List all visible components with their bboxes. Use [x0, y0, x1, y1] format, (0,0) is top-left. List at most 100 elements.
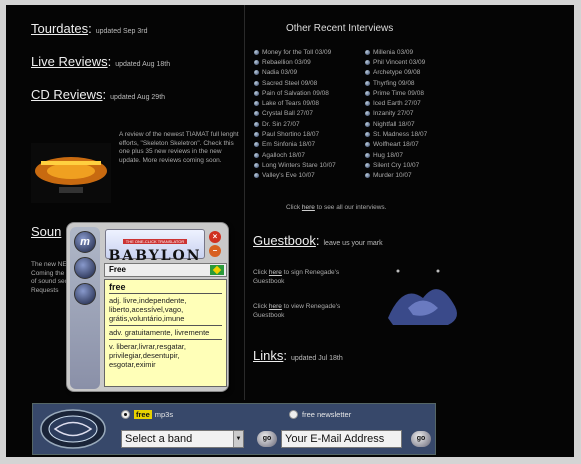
bullet-icon [365, 173, 370, 179]
minimize-icon[interactable]: – [209, 245, 221, 257]
tourdates-updated: updated Sep 3rd [95, 28, 148, 35]
interview-item[interactable]: Paul Shortino 18/07 [254, 129, 336, 139]
interview-link[interactable]: Rebaellion 03/09 [262, 59, 311, 66]
interview-link[interactable]: Em Sinfonia 18/07 [262, 141, 315, 148]
interview-link[interactable]: Inzanity 27/07 [373, 110, 413, 117]
interview-link[interactable]: Hug 18/07 [373, 152, 403, 159]
interview-item[interactable]: Nightfall 18/07 [365, 119, 427, 129]
guestbook-heading[interactable]: Guestbook: leave us your mark [253, 233, 383, 248]
interview-link[interactable]: Sacred Steel 09/08 [262, 80, 317, 87]
newsletter-radio[interactable] [289, 410, 298, 419]
guestbook-view-link[interactable]: here [269, 303, 282, 310]
interview-link[interactable]: Money for the Toll 03/09 [262, 49, 331, 56]
babylon-translator-popup[interactable]: m THE ONE-CLICK TRANSLATOR BABYLON × – F… [66, 222, 229, 392]
interview-link[interactable]: Wolfheart 18/07 [373, 141, 419, 148]
interview-item[interactable]: Hug 18/07 [365, 150, 427, 160]
interview-link[interactable]: Pain of Salvation 09/08 [262, 90, 329, 97]
interview-link[interactable]: Iced Earth 27/07 [373, 100, 421, 107]
sound-heading[interactable]: Soun [31, 224, 61, 239]
guestbook-link[interactable]: Guestbook [253, 233, 316, 248]
guestbook-sign-link[interactable]: here [269, 269, 282, 276]
guestbook-image[interactable] [368, 263, 478, 333]
bullet-icon [365, 142, 370, 148]
language-selector[interactable]: Free [104, 263, 227, 277]
interview-item[interactable]: St. Madness 18/07 [365, 129, 427, 139]
interview-item[interactable]: Prime Time 09/08 [365, 88, 427, 98]
bullet-icon [365, 101, 370, 107]
interview-link[interactable]: Millenia 03/09 [373, 49, 413, 56]
screenshot-frame: Tourdates: updated Sep 3rd Live Reviews: u… [0, 0, 581, 464]
interview-link[interactable]: Murder 10/07 [373, 172, 412, 179]
cd-reviews-updated: updated Aug 29th [110, 94, 166, 101]
interview-item[interactable]: Crystal Ball 27/07 [254, 109, 336, 119]
interview-item[interactable]: Murder 10/07 [365, 171, 427, 181]
interview-link[interactable]: Dr. Sin 27/07 [262, 121, 300, 128]
free-mp3s-option[interactable]: free mp3s [121, 410, 173, 419]
interview-item[interactable]: Em Sinfonia 18/07 [254, 140, 336, 150]
chevron-down-icon[interactable]: ▼ [233, 431, 243, 447]
cd-reviews-heading[interactable]: CD Reviews: updated Aug 29th [31, 87, 165, 102]
live-reviews-link[interactable]: Live Reviews [31, 54, 108, 69]
interview-link[interactable]: Agalloch 18/07 [262, 152, 305, 159]
side-button-m[interactable]: m [74, 231, 96, 253]
bullet-icon [254, 121, 259, 127]
interview-item[interactable]: Pain of Salvation 09/08 [254, 88, 336, 98]
email-input[interactable]: Your E-Mail Address [281, 430, 402, 448]
interview-item[interactable]: Inzanity 27/07 [365, 109, 427, 119]
interviews-column-1: Money for the Toll 03/09 Rebaellion 03/09… [254, 47, 336, 181]
interview-link[interactable]: Crystal Ball 27/07 [262, 110, 313, 117]
interview-item[interactable]: Sacred Steel 09/08 [254, 78, 336, 88]
interview-item[interactable]: Millenia 03/09 [365, 47, 427, 57]
interview-item[interactable]: Long Winters Stare 10/07 [254, 160, 336, 170]
bullet-icon [254, 101, 259, 107]
interview-link[interactable]: Phil Vincent 03/09 [373, 59, 425, 66]
interview-link[interactable]: Paul Shortino 18/07 [262, 131, 319, 138]
interview-link[interactable]: Nadia 03/09 [262, 69, 297, 76]
interview-link[interactable]: Silent Cry 10/07 [373, 162, 419, 169]
bullet-icon [254, 59, 259, 65]
sound-link[interactable]: Soun [31, 224, 61, 239]
album-cover-image[interactable] [31, 143, 111, 203]
side-button-3[interactable] [74, 283, 96, 305]
interview-link[interactable]: Prime Time 09/08 [373, 90, 424, 97]
band-go-button[interactable]: go [257, 431, 277, 447]
interview-item[interactable]: Money for the Toll 03/09 [254, 47, 336, 57]
links-link[interactable]: Links [253, 348, 283, 363]
interview-item[interactable]: Rebaellion 03/09 [254, 57, 336, 67]
interview-item[interactable]: Phil Vincent 03/09 [365, 57, 427, 67]
interview-item[interactable]: Iced Earth 27/07 [365, 98, 427, 108]
free-newsletter-option[interactable]: free newsletter [289, 410, 351, 419]
interview-item[interactable]: Dr. Sin 27/07 [254, 119, 336, 129]
links-heading[interactable]: Links: updated Jul 18th [253, 348, 343, 363]
bullet-icon [254, 70, 259, 76]
interview-link[interactable]: Valley's Eve 10/07 [262, 172, 315, 179]
interview-link[interactable]: Nightfall 18/07 [373, 121, 415, 128]
interview-item[interactable]: Thyrfing 09/08 [365, 78, 427, 88]
side-button-2[interactable] [74, 257, 96, 279]
interview-link[interactable]: Long Winters Stare 10/07 [262, 162, 336, 169]
interview-item[interactable]: Valley's Eve 10/07 [254, 171, 336, 181]
tourdates-link[interactable]: Tourdates [31, 21, 88, 36]
interview-link[interactable]: St. Madness 18/07 [373, 131, 427, 138]
interview-item[interactable]: Archetype 09/08 [365, 68, 427, 78]
interview-item[interactable]: Agalloch 18/07 [254, 150, 336, 160]
interview-link[interactable]: Archetype 09/08 [373, 69, 420, 76]
tourdates-heading[interactable]: Tourdates: updated Sep 3rd [31, 21, 147, 36]
mp3s-radio[interactable] [121, 410, 130, 419]
close-icon[interactable]: × [209, 231, 221, 243]
live-reviews-heading[interactable]: Live Reviews: updated Aug 18th [31, 54, 170, 69]
interview-item[interactable]: Silent Cry 10/07 [365, 160, 427, 170]
bullet-icon [365, 152, 370, 158]
interview-link[interactable]: Thyrfing 09/08 [373, 80, 415, 87]
language-label: Free [109, 265, 126, 274]
translated-word: free [109, 282, 222, 294]
see-all-link[interactable]: here [302, 204, 315, 211]
site-logo[interactable] [39, 408, 107, 450]
interview-item[interactable]: Wolfheart 18/07 [365, 140, 427, 150]
interview-item[interactable]: Nadia 03/09 [254, 68, 336, 78]
email-go-button[interactable]: go [411, 431, 431, 447]
interview-item[interactable]: Lake of Tears 09/08 [254, 98, 336, 108]
interview-link[interactable]: Lake of Tears 09/08 [262, 100, 319, 107]
band-select[interactable]: Select a band ▼ [121, 430, 244, 448]
cd-reviews-link[interactable]: CD Reviews [31, 87, 103, 102]
